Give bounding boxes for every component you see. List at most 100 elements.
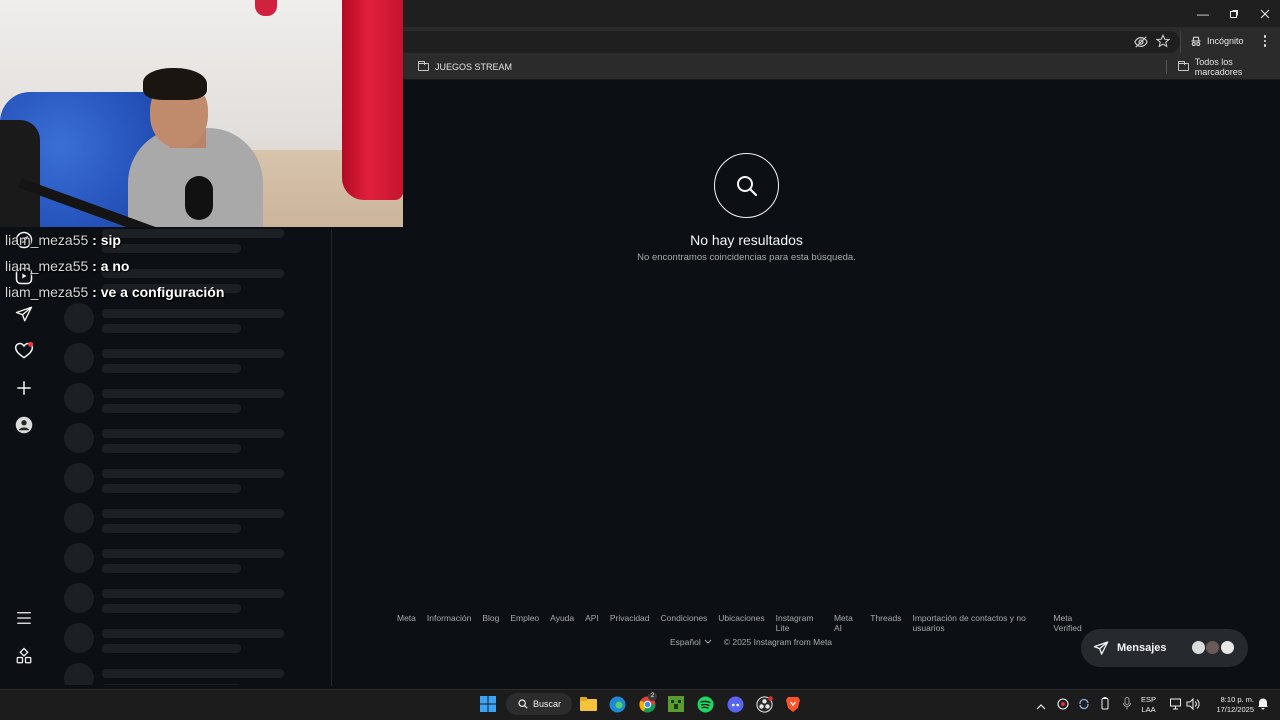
notification-bell-icon[interactable]	[1257, 697, 1269, 715]
address-bar[interactable]	[395, 31, 1180, 53]
search-icon	[518, 699, 528, 709]
chrome-window-count: 2	[648, 692, 657, 701]
messages-label: Mensajes	[1117, 642, 1167, 654]
no-results-subtitle: No encontramos coincidencias para esta b…	[637, 252, 856, 263]
spotify-icon[interactable]	[694, 694, 716, 714]
skeleton-row	[64, 503, 284, 533]
bookmark-label: JUEGOS STREAM	[435, 62, 513, 72]
footer-link[interactable]: API	[585, 613, 599, 633]
chat-text: : ve a configuración	[88, 284, 225, 300]
menu-icon[interactable]	[13, 607, 35, 629]
footer-link[interactable]: Blog	[482, 613, 499, 633]
heart-icon[interactable]	[13, 340, 35, 362]
language-label: Español	[670, 637, 701, 647]
create-icon[interactable]	[13, 377, 35, 399]
battery-icon[interactable]	[1100, 697, 1110, 715]
chat-username: liam_meza55	[5, 258, 89, 274]
minecraft-icon[interactable]	[665, 694, 687, 714]
input-language[interactable]: ESP LAA	[1141, 695, 1156, 715]
search-panel-border	[331, 230, 332, 686]
chat-message: liam_meza55 : sip	[5, 232, 121, 248]
footer-link[interactable]: Ayuda	[550, 613, 574, 633]
skeleton-row	[64, 383, 284, 413]
eye-off-icon[interactable]	[1134, 35, 1148, 54]
bookmark-juegos-stream[interactable]: JUEGOS STREAM	[418, 60, 512, 74]
footer-link[interactable]: Meta Verified	[1053, 613, 1097, 633]
bookmark-all-bookmarks[interactable]: Todos los marcadores	[1178, 57, 1280, 77]
sync-icon[interactable]	[1078, 697, 1090, 715]
clock[interactable]: 8:10 p. m. 17/12/2025	[1206, 695, 1254, 715]
restore-icon[interactable]	[1218, 0, 1250, 27]
file-explorer-icon[interactable]	[577, 694, 599, 714]
footer-link[interactable]: Instagram Lite	[776, 613, 823, 633]
input-language-line1: ESP	[1141, 695, 1157, 704]
chat-text: : sip	[88, 232, 121, 248]
footer-link[interactable]: Privacidad	[610, 613, 650, 633]
footer-link[interactable]: Threads	[870, 613, 901, 633]
taskbar-search[interactable]: Buscar	[506, 693, 572, 715]
webcam-overlay	[0, 0, 403, 227]
copyright: © 2025 Instagram from Meta	[723, 637, 833, 647]
chevron-up-icon[interactable]	[1036, 698, 1046, 716]
edge-icon[interactable]	[606, 694, 628, 714]
microphone-icon[interactable]	[1122, 697, 1132, 715]
skeleton-row	[64, 543, 284, 573]
input-language-line2: LAA	[1141, 705, 1156, 714]
profile-icon[interactable]	[13, 414, 35, 436]
messages-button[interactable]: Mensajes	[1081, 629, 1248, 667]
folder-icon	[1178, 61, 1189, 71]
footer-link[interactable]: Información	[427, 613, 471, 633]
footer-link[interactable]: Meta AI	[834, 613, 859, 633]
language-select[interactable]: Español	[670, 637, 712, 647]
direct-icon	[1093, 641, 1109, 655]
skeleton-row	[64, 343, 284, 373]
chat-username: liam_meza55	[5, 232, 89, 248]
footer-link[interactable]: Condiciones	[661, 613, 708, 633]
kebab-menu-icon[interactable]	[1258, 34, 1272, 48]
clock-time: 8:10 p. m.	[1220, 695, 1254, 704]
obs-icon[interactable]	[753, 694, 775, 714]
skeleton-row	[64, 463, 284, 493]
chat-username: liam_meza55	[5, 284, 89, 300]
footer-link[interactable]: Importación de contactos y no usuarios	[912, 613, 1042, 633]
chat-message: liam_meza55 : a no	[5, 258, 130, 274]
chat-text: : a no	[88, 258, 130, 274]
discord-icon[interactable]	[724, 694, 746, 714]
brave-icon[interactable]	[782, 694, 804, 714]
footer-links: Meta Información Blog Empleo Ayuda API P…	[397, 613, 1097, 633]
footer-link[interactable]: Ubicaciones	[718, 613, 764, 633]
no-results-search-icon	[714, 153, 779, 218]
footer-bottom: Español © 2025 Instagram from Meta	[670, 637, 832, 647]
tray-app-icon[interactable]	[1057, 697, 1069, 715]
footer-link[interactable]: Meta	[397, 613, 416, 633]
avatar	[1191, 640, 1206, 655]
avatar	[1205, 640, 1220, 655]
webcam-chair	[0, 120, 40, 227]
taskbar-search-label: Buscar	[533, 699, 562, 709]
network-icon[interactable]	[1170, 697, 1183, 715]
windows-start-icon[interactable]	[477, 694, 499, 714]
webcam-person-hair	[143, 68, 207, 100]
skeleton-row	[64, 423, 284, 453]
skeleton-row	[64, 303, 284, 333]
minimize-icon[interactable]: —	[1187, 0, 1219, 27]
skeleton-row	[64, 623, 284, 653]
footer-link[interactable]: Empleo	[510, 613, 539, 633]
direct-icon[interactable]	[13, 303, 35, 325]
close-icon[interactable]	[1249, 0, 1280, 27]
avatar	[1220, 640, 1235, 655]
volume-icon[interactable]	[1186, 697, 1200, 715]
toolbar-divider	[1180, 31, 1181, 53]
no-results-title: No hay resultados	[690, 232, 803, 248]
also-from-meta-icon[interactable]	[13, 645, 35, 667]
skeleton-row	[64, 663, 284, 685]
bookmark-star-icon[interactable]	[1155, 34, 1171, 53]
incognito-label: Incógnito	[1207, 36, 1244, 46]
chat-message: liam_meza55 : ve a configuración	[5, 284, 224, 300]
incognito-icon	[1191, 36, 1201, 46]
skeleton-row	[64, 583, 284, 613]
folder-icon	[418, 61, 429, 71]
incognito-chip[interactable]: Incógnito	[1190, 35, 1244, 47]
chevron-down-icon	[704, 639, 712, 644]
bookmarks-divider	[1166, 60, 1167, 74]
